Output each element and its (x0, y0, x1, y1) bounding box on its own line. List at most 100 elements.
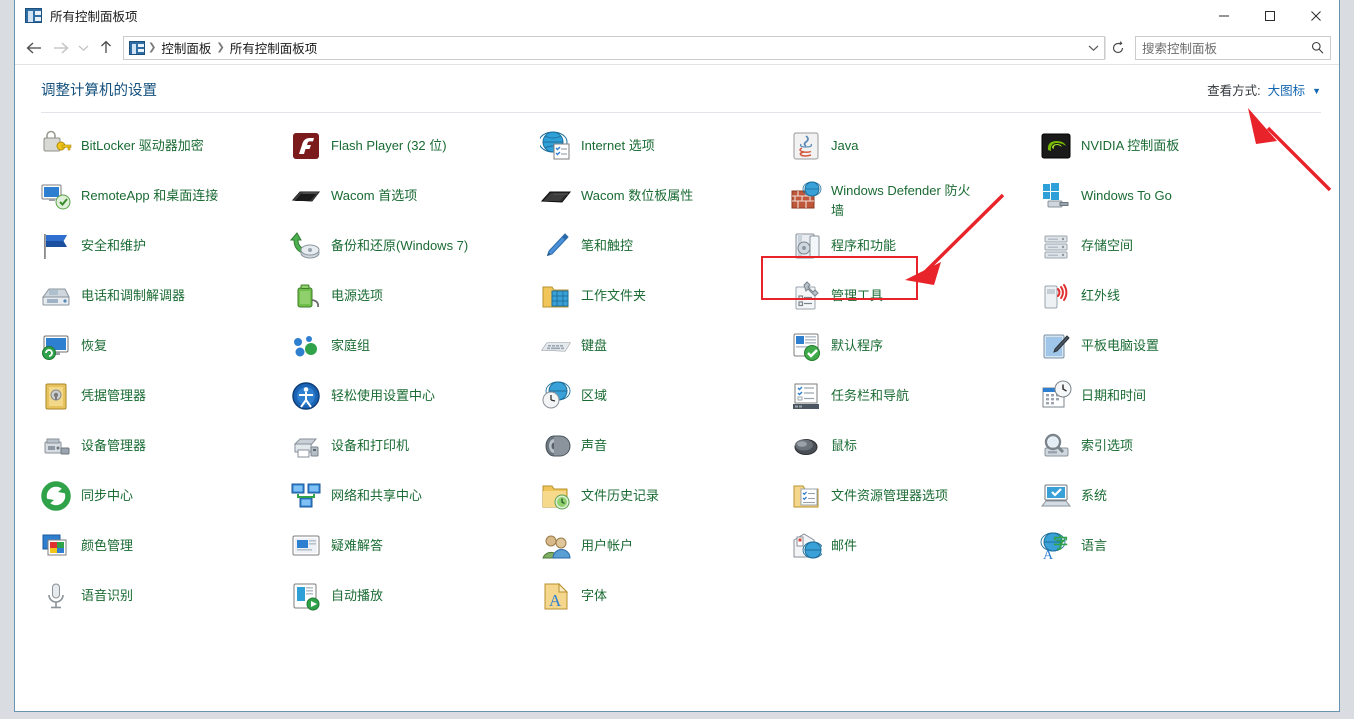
control-panel-item-label[interactable]: 家庭组 (331, 330, 370, 356)
control-panel-item-label[interactable]: 键盘 (581, 330, 607, 356)
control-panel-item[interactable]: 键盘 (540, 327, 790, 377)
control-panel-item-label[interactable]: 备份和还原(Windows 7) (331, 230, 468, 256)
control-panel-item-label[interactable]: Java (831, 130, 858, 156)
control-panel-item-label[interactable]: 工作文件夹 (581, 280, 646, 306)
control-panel-item[interactable]: 系统 (1040, 477, 1330, 527)
control-panel-item[interactable]: 自动播放 (290, 577, 540, 627)
control-panel-item[interactable]: Windows To Go (1040, 177, 1330, 227)
control-panel-item-label[interactable]: 网络和共享中心 (331, 480, 422, 506)
view-chevron-down-icon[interactable]: ▼ (1312, 86, 1321, 96)
control-panel-item-label[interactable]: 自动播放 (331, 580, 383, 606)
control-panel-item-label[interactable]: Wacom 数位板属性 (581, 180, 693, 206)
control-panel-item-label[interactable]: 颜色管理 (81, 530, 133, 556)
control-panel-item-label[interactable]: 存储空间 (1081, 230, 1133, 256)
control-panel-item-label[interactable]: 文件资源管理器选项 (831, 480, 948, 506)
control-panel-item[interactable]: Wacom 首选项 (290, 177, 540, 227)
control-panel-item[interactable]: 恢复 (40, 327, 290, 377)
control-panel-item[interactable]: 用户帐户 (540, 527, 790, 577)
control-panel-item[interactable]: 语音识别 (40, 577, 290, 627)
maximize-button[interactable] (1247, 0, 1293, 31)
control-panel-item-label[interactable]: Internet 选项 (581, 130, 655, 156)
search-input[interactable]: 搜索控制面板 (1135, 35, 1331, 60)
control-panel-item[interactable]: 红外线 (1040, 277, 1330, 327)
control-panel-item-label[interactable]: 凭据管理器 (81, 380, 146, 406)
control-panel-item-label[interactable]: RemoteApp 和桌面连接 (81, 180, 218, 206)
control-panel-item[interactable]: 日期和时间 (1040, 377, 1330, 427)
control-panel-item-label[interactable]: 恢复 (81, 330, 107, 356)
control-panel-item-label[interactable]: BitLocker 驱动器加密 (81, 130, 204, 156)
address-bar[interactable]: ❯ 控制面板 ❯ 所有控制面板项 (123, 35, 1105, 60)
control-panel-item-label[interactable]: Windows To Go (1081, 180, 1172, 206)
control-panel-item-label[interactable]: 笔和触控 (581, 230, 633, 256)
control-panel-item[interactable]: 家庭组 (290, 327, 540, 377)
control-panel-item[interactable]: 任务栏和导航 (790, 377, 1040, 427)
control-panel-item-label[interactable]: 声音 (581, 430, 607, 456)
control-panel-item-label[interactable]: 疑难解答 (331, 530, 383, 556)
breadcrumb-item-0[interactable]: 控制面板 (157, 38, 215, 57)
control-panel-item[interactable]: 轻松使用设置中心 (290, 377, 540, 427)
control-panel-item[interactable]: Wacom 数位板属性 (540, 177, 790, 227)
control-panel-item[interactable]: 工作文件夹 (540, 277, 790, 327)
control-panel-item-label[interactable]: 红外线 (1081, 280, 1120, 306)
minimize-button[interactable] (1201, 0, 1247, 31)
control-panel-item-label[interactable]: 同步中心 (81, 480, 133, 506)
control-panel-item-label[interactable]: 设备管理器 (81, 430, 146, 456)
view-mode-value[interactable]: 大图标 (1268, 80, 1306, 99)
control-panel-item[interactable]: 默认程序 (790, 327, 1040, 377)
control-panel-item[interactable]: Windows Defender 防火 墙 (790, 177, 1040, 227)
control-panel-item-label[interactable]: Windows Defender 防火 墙 (831, 180, 970, 221)
control-panel-item-label[interactable]: NVIDIA 控制面板 (1081, 130, 1179, 156)
control-panel-item[interactable]: Internet 选项 (538, 127, 790, 177)
close-button[interactable] (1293, 0, 1339, 31)
control-panel-item[interactable]: 平板电脑设置 (1040, 327, 1330, 377)
control-panel-item-label[interactable]: 默认程序 (831, 330, 883, 356)
refresh-icon[interactable] (1105, 36, 1129, 59)
control-panel-item[interactable]: 声音 (540, 427, 790, 477)
control-panel-item[interactable]: 笔和触控 (540, 227, 790, 277)
control-panel-item[interactable]: 鼠标 (790, 427, 1040, 477)
control-panel-item-label[interactable]: 字体 (581, 580, 607, 606)
control-panel-item[interactable]: 备份和还原(Windows 7) (289, 227, 540, 277)
control-panel-item[interactable]: RemoteApp 和桌面连接 (40, 177, 290, 227)
control-panel-item[interactable]: 区域 (540, 377, 790, 427)
up-arrow-icon[interactable] (93, 35, 119, 61)
control-panel-item[interactable]: 索引选项 (1040, 427, 1330, 477)
control-panel-item[interactable]: 疑难解答 (290, 527, 540, 577)
view-mode-selector[interactable]: 查看方式: 大图标 ▼ (1207, 80, 1321, 99)
control-panel-item-label[interactable]: 任务栏和导航 (831, 380, 909, 406)
control-panel-item[interactable]: 电源选项 (290, 277, 540, 327)
control-panel-item-label[interactable]: 区域 (581, 380, 607, 406)
control-panel-item-label[interactable]: 鼠标 (831, 430, 857, 456)
control-panel-item-label[interactable]: 用户帐户 (581, 530, 633, 556)
control-panel-item-label[interactable]: 电源选项 (331, 280, 383, 306)
control-panel-item[interactable]: 文件历史记录 (540, 477, 790, 527)
control-panel-item-label[interactable]: 文件历史记录 (581, 480, 659, 506)
control-panel-item[interactable]: 设备管理器 (40, 427, 290, 477)
control-panel-item[interactable]: 凭据管理器 (40, 377, 290, 427)
control-panel-item-label[interactable]: Wacom 首选项 (331, 180, 417, 206)
control-panel-item[interactable]: 字 A 语言 (1040, 527, 1330, 577)
address-chevron-down-icon[interactable] (1082, 37, 1104, 59)
control-panel-item-label[interactable]: 系统 (1081, 480, 1107, 506)
control-panel-item[interactable]: Flash Player (32 位) (290, 127, 540, 177)
control-panel-item[interactable]: 颜色管理 (40, 527, 290, 577)
control-panel-item-label[interactable]: 邮件 (831, 530, 857, 556)
control-panel-item-label[interactable]: 平板电脑设置 (1081, 330, 1159, 356)
control-panel-item-label[interactable]: 程序和功能 (831, 230, 896, 256)
forward-arrow-icon[interactable] (47, 35, 73, 61)
control-panel-item[interactable]: Java (790, 127, 1040, 177)
control-panel-item[interactable]: NVIDIA 控制面板 (1040, 127, 1330, 177)
control-panel-item[interactable]: 邮件 (790, 527, 1040, 577)
control-panel-item[interactable]: 文件资源管理器选项 (790, 477, 1040, 527)
recent-locations-chevron-down-icon[interactable] (73, 35, 93, 61)
control-panel-item-label[interactable]: 语言 (1081, 530, 1107, 556)
control-panel-item-label[interactable]: 电话和调制解调器 (81, 280, 185, 306)
control-panel-item-label[interactable]: 安全和维护 (81, 230, 146, 256)
control-panel-item[interactable]: 同步中心 (40, 477, 290, 527)
control-panel-item[interactable]: 安全和维护 (40, 227, 290, 277)
control-panel-item[interactable]: 设备和打印机 (290, 427, 540, 477)
control-panel-item-label[interactable]: Flash Player (32 位) (331, 130, 447, 156)
control-panel-item[interactable]: BitLocker 驱动器加密 (40, 127, 290, 177)
control-panel-item[interactable]: 电话和调制解调器 (40, 277, 290, 327)
control-panel-item-label[interactable]: 语音识别 (81, 580, 133, 606)
